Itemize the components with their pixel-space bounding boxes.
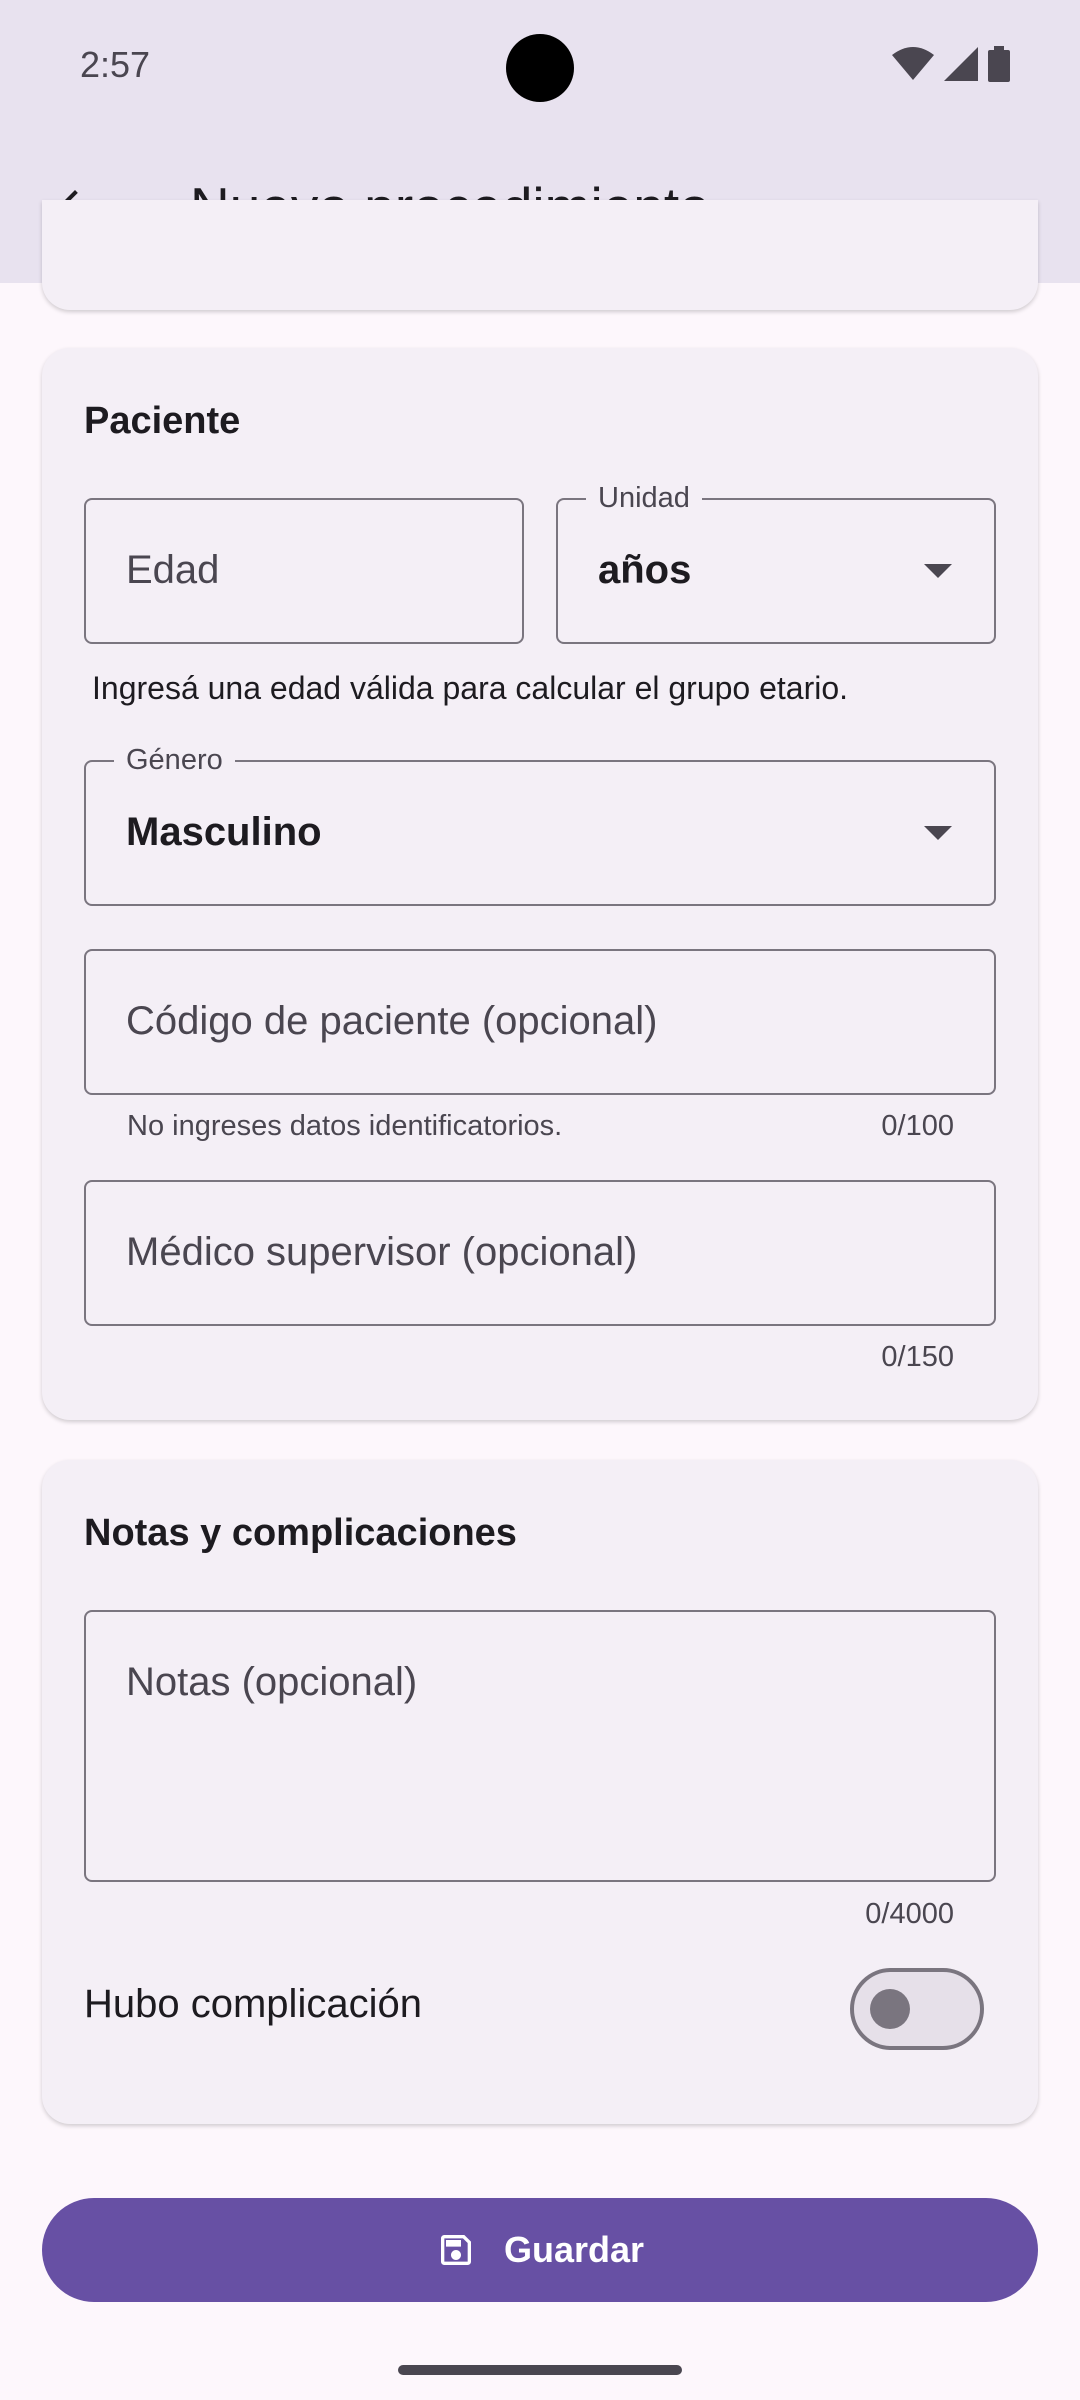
- switch-thumb: [870, 1989, 910, 2029]
- notas-textarea[interactable]: Notas (opcional): [84, 1610, 996, 1882]
- paciente-card: Paciente Edad Unidad años Ingresá una ed…: [42, 348, 1038, 1420]
- genero-select[interactable]: Género Masculino: [84, 744, 996, 906]
- codigo-counter: 0/100: [881, 1110, 954, 1142]
- dropdown-arrow-icon: [924, 826, 952, 840]
- complicacion-label: Hubo complicación: [84, 1982, 422, 2026]
- medico-placeholder: Médico supervisor (opcional): [126, 1230, 638, 1274]
- save-icon: [440, 2235, 471, 2265]
- save-button[interactable]: Guardar: [42, 2198, 1038, 2302]
- notas-counter: 0/4000: [865, 1898, 954, 1930]
- section-title-paciente: Paciente: [84, 400, 241, 442]
- status-bar: 2:57: [0, 0, 1080, 135]
- wifi-icon: [892, 47, 934, 80]
- status-time: 2:57: [80, 44, 151, 85]
- unidad-value: años: [598, 548, 692, 592]
- status-icons: [892, 46, 1010, 82]
- signal-icon: [944, 47, 978, 81]
- unidad-select[interactable]: Unidad años: [556, 482, 996, 644]
- section-title-notas: Notas y complicaciones: [84, 1512, 517, 1554]
- notas-placeholder: Notas (opcional): [126, 1660, 418, 1704]
- genero-label: Género: [114, 744, 235, 777]
- edad-helper-text: Ingresá una edad válida para calcular el…: [92, 670, 849, 706]
- battery-icon: [988, 46, 1010, 82]
- codigo-hint: No ingreses datos identificatorios.: [127, 1110, 563, 1142]
- edad-input[interactable]: Edad: [84, 498, 524, 644]
- notas-card: Notas y complicaciones Notas (opcional) …: [42, 1460, 1038, 2124]
- medico-supervisor-input[interactable]: Médico supervisor (opcional): [84, 1180, 996, 1326]
- genero-value: Masculino: [126, 810, 322, 854]
- codigo-paciente-input[interactable]: Código de paciente (opcional): [84, 949, 996, 1095]
- camera-cutout: [506, 34, 574, 102]
- codigo-placeholder: Código de paciente (opcional): [126, 999, 658, 1043]
- save-label: Guardar: [503, 2229, 645, 2270]
- medico-counter: 0/150: [881, 1341, 954, 1373]
- edad-placeholder: Edad: [126, 548, 220, 592]
- unidad-label: Unidad: [586, 482, 702, 515]
- home-indicator[interactable]: [398, 2365, 682, 2375]
- complicacion-switch[interactable]: [850, 1968, 984, 2050]
- previous-card: [42, 200, 1038, 310]
- dropdown-arrow-icon: [924, 564, 952, 578]
